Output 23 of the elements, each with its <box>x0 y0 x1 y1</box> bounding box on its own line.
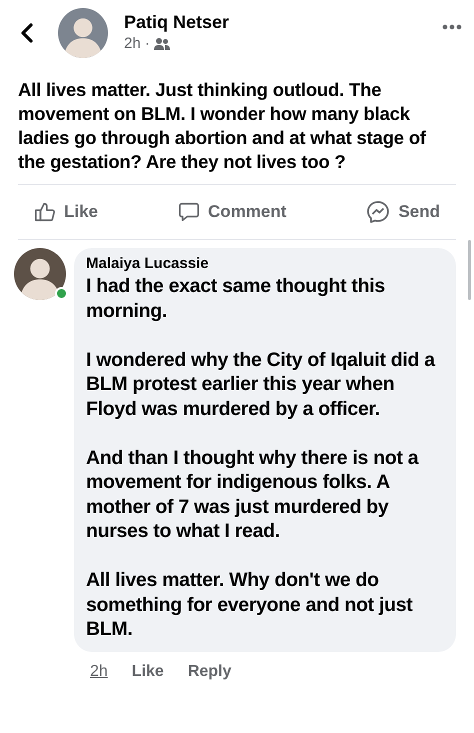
comment-button[interactable]: Comment <box>178 199 286 225</box>
comment-text: I wondered why the City of Iqaluit did a BLM protest earlier this year when Floyd was murdered by a officer. <box>86 348 436 421</box>
comment-action-link[interactable]: Like <box>132 660 164 684</box>
send-button[interactable]: Send <box>366 199 440 225</box>
speech-bubble-icon <box>178 201 200 223</box>
post-text: All lives matter. Just thinking outloud. The movement on BLM. I wonder how many black ladies go through abortion and at what stage of the gestation? Are they not lives too ? <box>17 78 427 174</box>
more-icon[interactable] <box>442 24 462 30</box>
like-button[interactable]: Like <box>34 199 98 225</box>
comment-action-link[interactable]: Reply <box>188 660 232 684</box>
avatar[interactable] <box>14 248 66 300</box>
comment-text: I had the exact same thought this morning. <box>86 274 386 323</box>
messenger-icon <box>366 200 390 224</box>
comment-text: All lives matter. Why don't we do something for everyone and not just BLM. <box>86 568 414 642</box>
scroll-bar[interactable] <box>468 240 471 300</box>
author-name[interactable]: Patiq Netser <box>124 10 442 33</box>
comment-time[interactable]: 2h <box>90 660 108 684</box>
commenter-name[interactable]: Malaiya Lucassie <box>86 254 444 274</box>
back-icon[interactable] <box>20 22 34 44</box>
friends-icon[interactable] <box>154 37 170 51</box>
comment-text: And than I thought why there is not a movement for indigenous folks. A mother of 7 was just murdered by nurses to what I read. <box>86 446 420 544</box>
thumbs-up-icon <box>34 201 56 223</box>
avatar[interactable] <box>58 8 108 58</box>
post-time: 2h · <box>124 34 150 54</box>
